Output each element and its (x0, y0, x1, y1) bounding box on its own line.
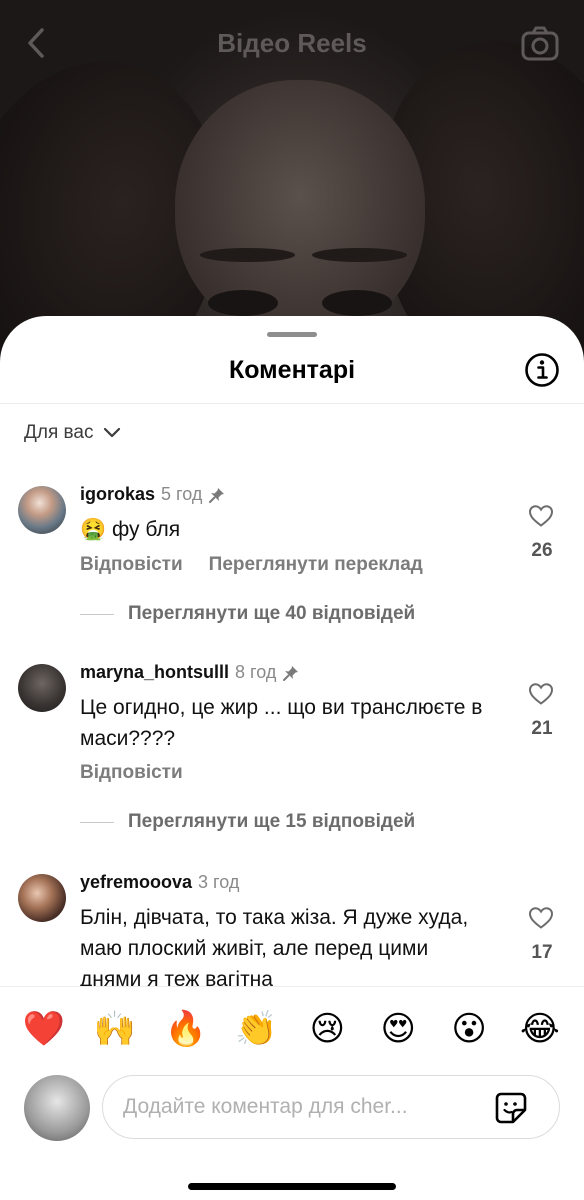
crying-emoji-button[interactable]: 😢 (305, 1009, 349, 1049)
comment-header: igorokas 5 год (80, 484, 226, 505)
eyebrow-right (312, 248, 407, 262)
page-title: Відео Reels (217, 28, 367, 58)
my-avatar (24, 1075, 90, 1141)
replies-line (80, 613, 114, 615)
sort-label: Для вас (24, 422, 94, 443)
comment-time: 5 год (161, 484, 203, 504)
comment-time: 8 год (235, 662, 277, 682)
pin-icon (209, 487, 225, 503)
avatar[interactable] (18, 664, 66, 712)
translate-button[interactable]: Переглянути переклад (209, 554, 423, 576)
heart-icon[interactable] (528, 504, 554, 528)
comment-text: Блін, дівчата, то така жіза. Я дуже худа… (80, 906, 469, 991)
sort-dropdown[interactable]: Для вас (24, 422, 121, 444)
chevron-down-icon (104, 427, 121, 438)
reply-button[interactable]: Відповісти (80, 554, 183, 576)
surprised-emoji-button[interactable]: 😮 (447, 1009, 491, 1049)
comment-username[interactable]: yefremooova (80, 872, 192, 893)
heart-eyes-emoji-button[interactable]: 😍 (376, 1009, 420, 1049)
view-replies-label: Переглянути ще 40 відповідей (128, 603, 416, 624)
reply-button[interactable]: Відповісти (80, 762, 183, 784)
view-replies-label: Переглянути ще 15 відповідей (128, 811, 416, 832)
sheet-grabber[interactable] (267, 332, 317, 337)
nauseated-face-emoji: 🤮 (80, 518, 107, 541)
comment-text: Це огидно, це жир ... що ви транслюєте в… (80, 696, 483, 750)
comment-item: igorokas 5 год 🤮 фу бля Відповісти Перег… (0, 482, 584, 632)
comment-input-placeholder: Додайте коментар для cher... (123, 1095, 408, 1118)
clapping-emoji-button[interactable]: 👏 (235, 1009, 279, 1049)
view-replies-button[interactable]: Переглянути ще 40 відповідей (80, 603, 415, 625)
like-count: 17 (531, 942, 553, 963)
avatar[interactable] (18, 874, 66, 922)
eye-left (208, 290, 278, 316)
heart-icon[interactable] (528, 906, 554, 930)
comment-username[interactable]: igorokas (80, 484, 155, 505)
comment-username[interactable]: maryna_hontsulll (80, 662, 229, 683)
comment-item: maryna_hontsulll 8 год Це огидно, це жир… (0, 660, 584, 836)
comment-text: 🤮 фу бля (80, 514, 500, 545)
comment-item: yefremooova 3 год Блін, дівчата, то така… (0, 870, 584, 991)
heart-emoji-button[interactable]: ❤️ (22, 1009, 66, 1049)
home-indicator (188, 1183, 396, 1190)
camera-icon[interactable] (520, 24, 560, 64)
comment-actions: Відповісти Переглянути переклад (80, 554, 423, 576)
avatar[interactable] (18, 486, 66, 534)
comment-text-body: фу бля (112, 518, 181, 541)
info-icon[interactable] (524, 352, 560, 388)
sheet-title: Коментарі (228, 356, 356, 384)
heart-icon[interactable] (528, 682, 554, 706)
like-count: 21 (531, 718, 553, 739)
comment-header: maryna_hontsulll 8 год (80, 662, 300, 683)
pin-icon (283, 665, 299, 681)
comment-input[interactable]: Додайте коментар для cher... (102, 1075, 560, 1139)
eyebrow-left (200, 248, 295, 262)
header-divider (0, 403, 584, 404)
replies-line (80, 821, 114, 823)
like-count: 26 (531, 540, 553, 561)
comment-time: 3 год (198, 872, 240, 892)
comment-header: yefremooova 3 год (80, 872, 239, 893)
view-replies-button[interactable]: Переглянути ще 15 відповідей (80, 811, 415, 833)
top-bar: Відео Reels (0, 0, 584, 90)
comment-composer: ❤️ 🙌 🔥 👏 😢 😍 😮 😂 Додайте коментар для ch… (0, 986, 584, 1200)
fire-emoji-button[interactable]: 🔥 (164, 1009, 208, 1049)
eye-right (322, 290, 392, 316)
comment-actions: Відповісти (80, 762, 183, 784)
reaction-bar: ❤️ 🙌 🔥 👏 😢 😍 😮 😂 (0, 1009, 584, 1049)
raised-hands-emoji-button[interactable]: 🙌 (93, 1009, 137, 1049)
sticker-icon[interactable] (493, 1090, 529, 1126)
laughing-emoji-button[interactable]: 😂 (518, 1009, 562, 1049)
